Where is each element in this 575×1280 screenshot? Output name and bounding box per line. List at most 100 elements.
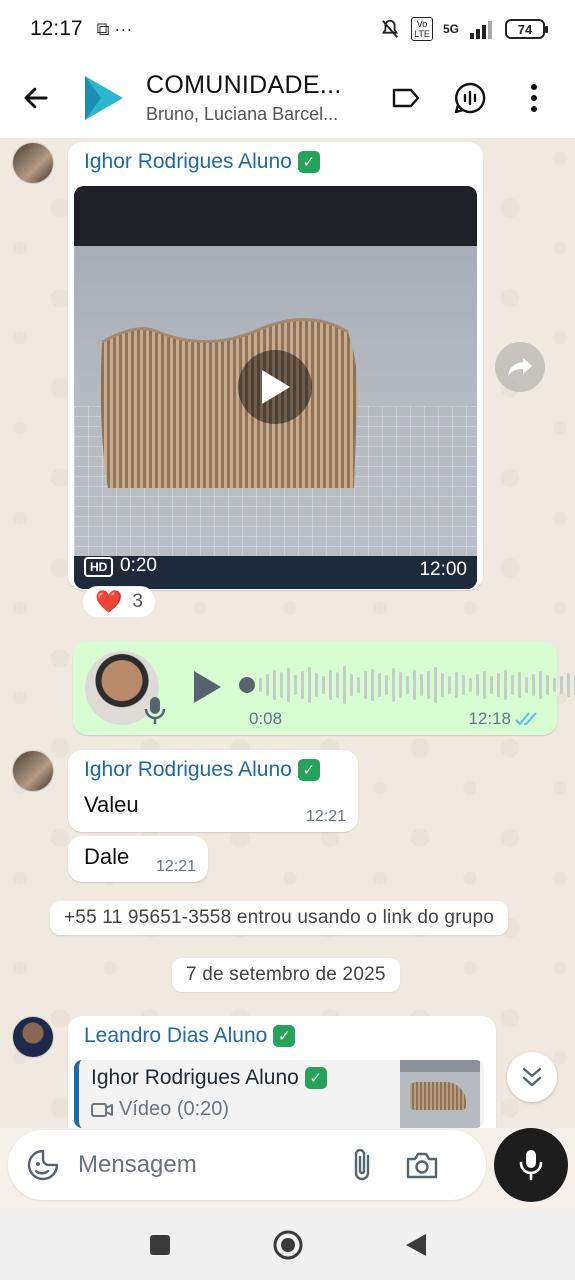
- message-input[interactable]: [78, 1151, 338, 1179]
- sender-name: Leandro Dias Aluno: [84, 1024, 268, 1047]
- volte-badge: Vo LTE: [410, 17, 433, 41]
- waveform-bar: [322, 676, 325, 694]
- play-icon: [194, 671, 221, 703]
- recents-square-icon[interactable]: [148, 1233, 172, 1257]
- network-label: 5G: [442, 22, 459, 36]
- mute-bell-icon: [381, 19, 399, 38]
- sender-name: Ighor Rodrigues Aluno: [84, 150, 292, 173]
- waveform-bar: [259, 678, 262, 692]
- sticker-button[interactable]: [26, 1148, 60, 1182]
- waveform-bar: [476, 674, 479, 696]
- waveform-bar: [385, 675, 388, 695]
- date-divider: 7 de setembro de 2025: [172, 958, 400, 992]
- message-sender[interactable]: Ighor Rodrigues Aluno ✓: [84, 150, 320, 174]
- voice-waveform[interactable]: [239, 665, 575, 705]
- reaction-badge[interactable]: ❤️ 3: [82, 586, 156, 618]
- camera-icon: [406, 1152, 438, 1179]
- header-text[interactable]: COMUNIDADE... Bruno, Luciana Barcel...: [146, 71, 356, 125]
- back-button[interactable]: [0, 58, 72, 138]
- system-join-notice: +55 11 95651-3558 entrou usando o link d…: [50, 901, 509, 935]
- menu-button[interactable]: [517, 81, 551, 115]
- voice-duration: 0:08: [249, 709, 283, 728]
- arrow-left-icon: [24, 87, 48, 109]
- waveform-bar: [280, 672, 283, 698]
- message-sender[interactable]: Ighor Rodrigues Aluno ✓: [84, 758, 320, 782]
- waveform-bar: [539, 671, 542, 699]
- home-circle-icon[interactable]: [272, 1229, 304, 1261]
- tag-icon: [392, 88, 420, 108]
- voice-record-button[interactable]: [494, 1128, 568, 1202]
- battery-indicator: 74: [505, 19, 548, 39]
- waveform-bar: [469, 678, 472, 692]
- sender-avatar[interactable]: [12, 1016, 54, 1058]
- more-vertical-icon: [531, 84, 537, 112]
- chat-header: COMUNIDADE... Bruno, Luciana Barcel...: [0, 58, 575, 138]
- text-message-bubble[interactable]: Ighor Rodrigues Aluno ✓ Valeu 12:21: [68, 750, 358, 832]
- waveform-bar: [511, 675, 514, 695]
- back-triangle-icon[interactable]: [404, 1232, 428, 1258]
- waveform-bar: [462, 675, 465, 695]
- waveform-bar: [308, 667, 311, 703]
- waveform-bar: [567, 673, 570, 697]
- group-participants: Bruno, Luciana Barcel...: [146, 104, 339, 124]
- status-bar: 12:17 ⧉ ··· Vo LTE 5G 74: [0, 0, 575, 58]
- heart-reaction-icon: ❤️: [95, 589, 123, 614]
- attach-button[interactable]: [346, 1145, 380, 1185]
- quoted-sender-name: Ighor Rodrigues Aluno: [91, 1066, 299, 1089]
- voice-message-bubble[interactable]: 0:08 12:18: [73, 641, 575, 735]
- quoted-message[interactable]: Ighor Rodrigues Aluno ✓ Vídeo (0:20): [74, 1060, 484, 1128]
- label-button[interactable]: [389, 81, 423, 115]
- waveform-bar: [301, 671, 304, 699]
- waveform-bar: [532, 674, 535, 696]
- video-message-bubble[interactable]: Ighor Rodrigues Aluno ✓ HD 0:20 12:00: [68, 142, 483, 590]
- camera-button[interactable]: [404, 1148, 440, 1182]
- quoted-video-thumbnail: [400, 1060, 480, 1128]
- quoted-sender: Ighor Rodrigues Aluno ✓: [91, 1066, 327, 1090]
- verified-check-icon: ✓: [297, 759, 320, 781]
- waveform-bar: [518, 672, 521, 698]
- video-play-button[interactable]: [238, 350, 312, 424]
- verified-check-icon: ✓: [273, 1025, 296, 1047]
- video-duration: 0:20: [120, 555, 157, 576]
- message-composer: [8, 1130, 486, 1200]
- waveform-bar: [350, 674, 353, 696]
- notification-icons: ⧉ ···: [96, 18, 133, 39]
- waveform-bar: [329, 670, 332, 700]
- waveform-bar: [273, 670, 276, 700]
- message-sender[interactable]: Leandro Dias Aluno ✓: [84, 1024, 296, 1048]
- sender-avatar[interactable]: [12, 142, 54, 184]
- signal-icon: [470, 21, 492, 39]
- message-text: Dale: [84, 844, 130, 869]
- waveform-bar: [441, 673, 444, 697]
- text-message-bubble[interactable]: Dale 12:21: [68, 836, 208, 882]
- voice-chat-button[interactable]: [453, 81, 487, 115]
- quoted-body: Vídeo (0:20): [91, 1098, 229, 1121]
- double-chevron-down-icon: [522, 1067, 542, 1087]
- waveform-scrubber[interactable]: [239, 677, 255, 693]
- forward-icon: [508, 358, 532, 376]
- waveform-bar: [546, 675, 549, 695]
- video-app-toolbar: [74, 186, 477, 246]
- verified-check-icon: ✓: [297, 151, 320, 173]
- play-icon: [262, 370, 290, 404]
- group-avatar[interactable]: [76, 70, 132, 126]
- message-text: Valeu: [84, 792, 139, 817]
- mic-badge-icon: [144, 697, 166, 724]
- waveform-bar: [343, 666, 346, 704]
- voice-play-button[interactable]: [191, 669, 223, 710]
- waveform-bar: [315, 673, 318, 697]
- video-thumbnail[interactable]: HD 0:20 12:00: [74, 186, 477, 589]
- sender-avatar[interactable]: [12, 750, 54, 792]
- message-time: 12:21: [305, 808, 346, 825]
- waveform-bar: [483, 671, 486, 699]
- forward-button[interactable]: [495, 342, 545, 392]
- waveform-bar: [357, 677, 360, 693]
- reply-message-bubble[interactable]: Leandro Dias Aluno ✓ Ighor Rodrigues Alu…: [68, 1016, 496, 1128]
- message-time: 12:00: [419, 559, 467, 580]
- chat-area[interactable]: Ighor Rodrigues Aluno ✓ HD 0:20 12:00 ❤️…: [0, 138, 575, 1128]
- waveform-bar: [413, 670, 416, 700]
- header-actions: [389, 81, 575, 115]
- waveform-bar: [553, 678, 556, 692]
- waveform-bar: [266, 674, 269, 696]
- scroll-down-button[interactable]: [507, 1052, 557, 1102]
